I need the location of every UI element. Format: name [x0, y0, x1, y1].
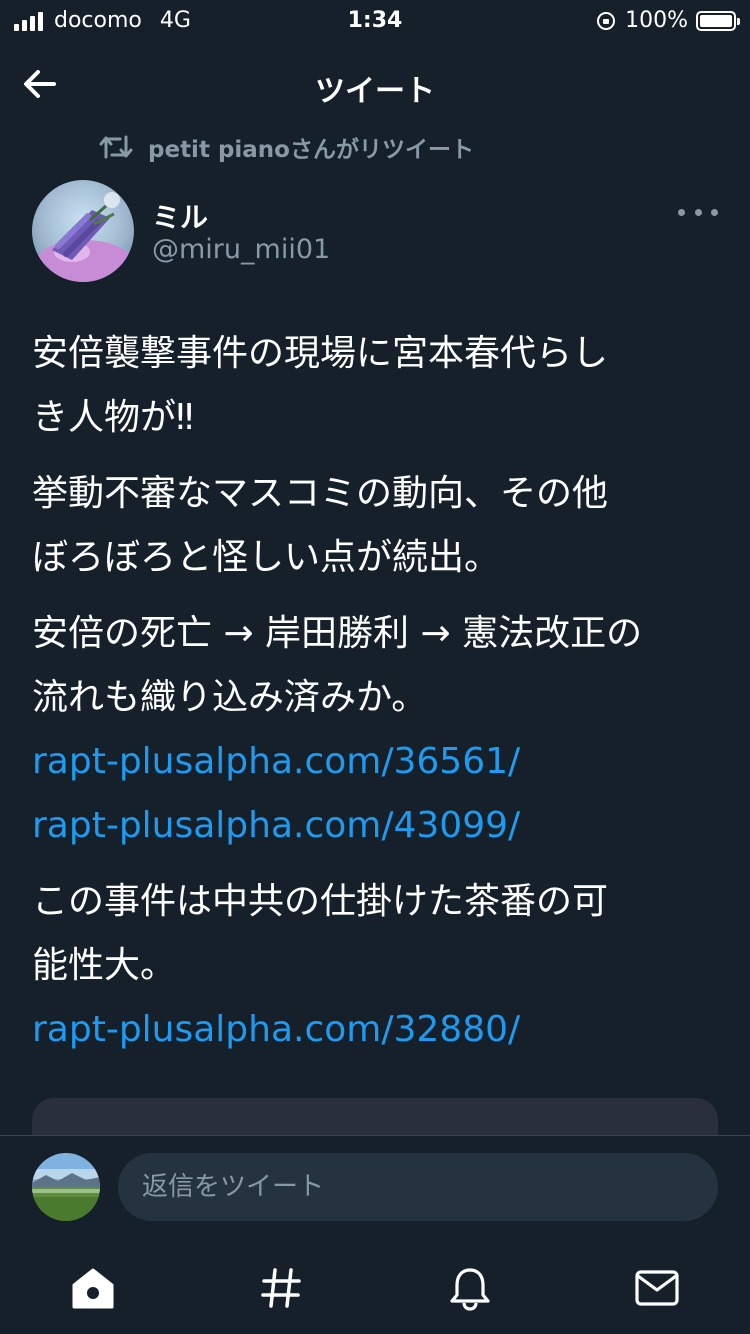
header: ツイート	[0, 50, 750, 118]
tweet-text: 安倍襲撃事件の現場に宮本春代らし き人物が‼︎ 挙動不審なマスコミの動向、その他…	[32, 322, 722, 1062]
status-right: 100%	[597, 8, 740, 33]
reply-input[interactable]	[118, 1153, 718, 1221]
retweet-icon	[99, 135, 133, 159]
page-title: ツイート	[315, 74, 435, 109]
orientation-lock-icon	[597, 11, 616, 30]
nav-messages[interactable]	[627, 1263, 687, 1313]
tweet-line: き人物が‼︎	[32, 397, 194, 438]
lavender-photo	[32, 180, 134, 282]
author-name[interactable]: ミル	[152, 196, 208, 236]
bottom-nav	[0, 1245, 750, 1334]
reply-bar	[0, 1135, 750, 1246]
nav-notifications[interactable]	[440, 1263, 500, 1313]
bell-icon	[450, 1268, 490, 1311]
tweet-link-3[interactable]: rapt-plusalpha.com/32880/	[32, 1009, 520, 1050]
home-icon	[72, 1268, 114, 1309]
tweet-line: 安倍襲撃事件の現場に宮本春代らし	[32, 333, 609, 374]
battery-percentage: 100%	[625, 8, 688, 33]
retweeted-by[interactable]: petit pianoさんがリツイート	[98, 130, 474, 164]
status-bar: docomo 4G 1:34 100%	[0, 0, 750, 40]
tweet-line: 挙動不審なマスコミの動向、その他	[32, 473, 609, 514]
mail-icon	[635, 1270, 679, 1306]
author-handle[interactable]: @miru_mii01	[152, 234, 330, 265]
tweet-line: 流れも織り込み済みか。	[32, 677, 428, 718]
author-avatar[interactable]	[32, 180, 134, 282]
tweet-line: 能性大。	[32, 945, 177, 986]
more-horizontal-icon	[678, 208, 685, 216]
user-avatar	[32, 1153, 100, 1221]
tweet-detail-screen: docomo 4G 1:34 100% ツイート petit pianoさんがリ…	[0, 0, 750, 1334]
tweet-link-1[interactable]: rapt-plusalpha.com/36561/	[32, 741, 520, 782]
tweet-line: ぼろぼろと怪しい点が続出。	[32, 537, 501, 578]
retweet-text: petit pianoさんがリツイート	[148, 137, 474, 163]
more-options-button[interactable]	[678, 200, 718, 224]
hashtag-icon	[261, 1268, 301, 1308]
tweet-link-2[interactable]: rapt-plusalpha.com/43099/	[32, 805, 520, 846]
tweet-line: この事件は中共の仕掛けた茶番の可	[32, 881, 609, 922]
battery-icon	[696, 10, 740, 31]
landscape-photo	[32, 1153, 100, 1221]
nav-home[interactable]	[63, 1263, 123, 1313]
nav-explore[interactable]	[251, 1263, 311, 1313]
tweet-line: 安倍の死亡 → 岸田勝利 → 憲法改正の	[32, 613, 643, 654]
